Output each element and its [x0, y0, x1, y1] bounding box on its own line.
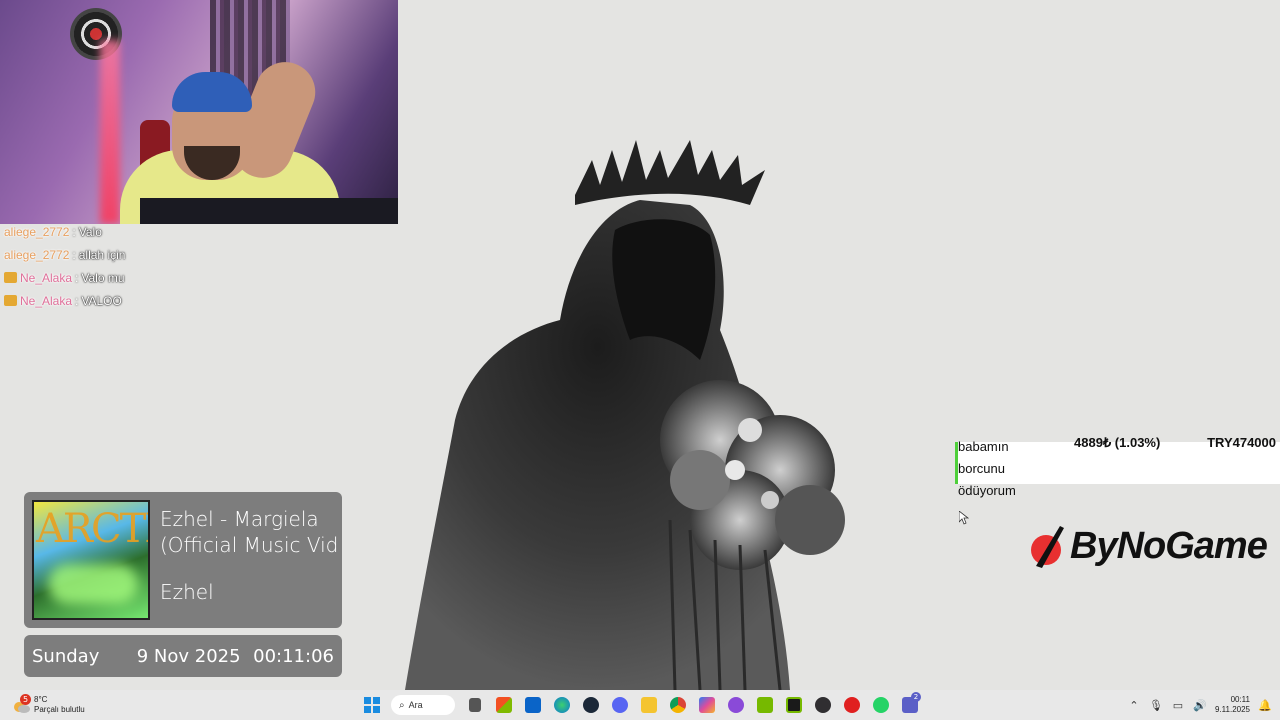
taskbar-app-media[interactable]: [724, 694, 747, 717]
notepad-icon: [468, 698, 481, 712]
donation-message-line: borcunu: [958, 461, 1005, 476]
whatsapp-icon: [872, 697, 889, 713]
taskbar-search[interactable]: ⌕ Ara: [391, 695, 455, 715]
date-label: 9 Nov 2025: [136, 645, 241, 667]
network-icon[interactable]: ▭: [1171, 699, 1185, 712]
weather-text: 8°C Parçalı bulutlu: [34, 695, 85, 715]
start-button[interactable]: [360, 694, 383, 717]
chat-message: aliege_2772 : Valo: [4, 220, 304, 243]
media-app-icon: [727, 697, 744, 713]
webcam-overlay: [0, 0, 398, 224]
chat-message: Ne_Alaka : VALOO: [4, 289, 304, 312]
chat-separator: :: [72, 224, 76, 239]
chevron-up-icon[interactable]: ⌃: [1127, 699, 1141, 712]
weekday-label: Sunday: [32, 645, 100, 667]
taskbar-app-edge[interactable]: [550, 694, 573, 717]
taskbar-app-obs[interactable]: [811, 694, 834, 717]
chat-message: Ne_Alaka : Valo mu: [4, 266, 304, 289]
edge-icon: [553, 697, 570, 713]
time-label: 00:11:06: [253, 645, 334, 667]
chat-username: aliege_2772: [4, 224, 70, 239]
chat-text: VALOO: [81, 293, 122, 308]
now-playing-widget: ARCTIC Ezhel - Margiela (Official Music …: [24, 492, 342, 628]
outlook-icon: [524, 697, 541, 713]
taskbar-app-chrome[interactable]: [666, 694, 689, 717]
weather-temp: 8°C: [34, 695, 48, 704]
subscriber-badge-icon: [4, 295, 17, 306]
clock-date: 9.11.2025: [1215, 705, 1250, 714]
chat-overlay: aliege_2772 : Valo aliege_2772 : allah i…: [4, 220, 304, 312]
album-art-text: ARCTIC: [36, 506, 148, 552]
store-icon: [495, 697, 512, 713]
chat-username: Ne_Alaka: [20, 293, 73, 308]
taskbar-app-teams[interactable]: 2: [898, 691, 921, 717]
weather-widget[interactable]: 5 8°C Parçalı bulutlu: [12, 692, 85, 718]
donation-message-line: ödüyorum: [958, 483, 1016, 498]
geforce-icon: [785, 697, 802, 713]
weather-alert-badge: 5: [20, 694, 31, 705]
chat-text: allah için: [78, 247, 126, 262]
weather-condition: Parçalı bulutlu: [34, 705, 85, 714]
taskbar-app-store[interactable]: [492, 694, 515, 717]
discord-icon: [611, 697, 628, 713]
folder-icon: [640, 697, 657, 713]
taskbar-app-youtube-music[interactable]: [840, 694, 863, 717]
taskbar-app-discord[interactable]: [608, 694, 631, 717]
donation-message: babamın borcunu ödüyorum: [958, 436, 1016, 502]
album-art-glow: [48, 564, 138, 604]
datetime-widget: Sunday 9 Nov 2025 00:11:06: [24, 635, 342, 677]
microphone-icon[interactable]: 🎙: [1149, 699, 1163, 712]
taskbar-app-notepad[interactable]: [463, 694, 486, 717]
led-light: [100, 40, 120, 224]
teams-notification-badge: 2: [911, 691, 921, 702]
taskbar-app-explorer[interactable]: [637, 694, 660, 717]
chat-username: aliege_2772: [4, 247, 70, 262]
notification-bell-icon[interactable]: 🔔: [1258, 699, 1272, 712]
song-title: Ezhel - Margiela (Official Music Vide: [160, 506, 338, 558]
taskbar-apps: ⌕ Ara 2: [360, 691, 921, 717]
subscriber-badge-icon: [4, 272, 17, 283]
crown-shape: [575, 140, 765, 205]
taskbar-app-whatsapp[interactable]: [869, 694, 892, 717]
steam-icon: [582, 697, 599, 713]
mouse-cursor-icon: [959, 511, 969, 525]
donation-amount: 4889₺ (1.03%): [1074, 435, 1161, 450]
taskbar-app-nvidia[interactable]: [753, 694, 776, 717]
chat-separator: :: [72, 247, 76, 262]
taskbar: 5 8°C Parçalı bulutlu ⌕ Ara 2 ⌃ 🎙 ▭ 🔊 00…: [0, 690, 1280, 720]
donation-alert: babamın borcunu ödüyorum 4889₺ (1.03%) T…: [955, 435, 1280, 498]
bynogame-logo-icon: [1031, 526, 1064, 568]
taskbar-app-outlook[interactable]: [521, 694, 544, 717]
clock-time: 00:11: [1230, 695, 1250, 704]
song-artist: Ezhel: [160, 580, 214, 604]
donation-total: TRY474000: [1207, 435, 1276, 450]
nvidia-icon: [756, 697, 773, 713]
chat-text: Valo: [78, 224, 102, 239]
windows-logo-icon: [363, 697, 380, 713]
chat-username: Ne_Alaka: [20, 270, 73, 285]
taskbar-clock[interactable]: 00:11 9.11.2025: [1215, 695, 1250, 715]
chrome-icon: [669, 697, 686, 713]
youtube-music-icon: [843, 697, 860, 713]
copilot-icon: [698, 697, 715, 713]
song-title-line: Ezhel - Margiela: [160, 507, 319, 531]
system-tray: ⌃ 🎙 ▭ 🔊 00:11 9.11.2025 🔔: [1127, 692, 1272, 718]
taskbar-app-geforce[interactable]: [782, 694, 805, 717]
sponsor-logo: ByNoGame: [1030, 520, 1268, 572]
taskbar-app-steam[interactable]: [579, 694, 602, 717]
search-icon: ⌕: [399, 699, 405, 711]
search-label: Ara: [408, 700, 423, 710]
volume-icon[interactable]: 🔊: [1193, 699, 1207, 712]
weather-icon: 5: [12, 694, 32, 715]
chat-message: aliege_2772 : allah için: [4, 243, 304, 266]
chat-text: Valo mu: [81, 270, 125, 285]
album-art: ARCTIC: [32, 500, 150, 620]
chat-separator: :: [75, 293, 79, 308]
chat-separator: :: [75, 270, 79, 285]
brand-name: ByNoGame: [1070, 524, 1268, 567]
song-title-line: (Official Music Vide: [160, 533, 338, 557]
obs-icon: [814, 697, 831, 713]
donation-message-line: babamın: [958, 439, 1009, 454]
taskbar-app-copilot[interactable]: [695, 694, 718, 717]
